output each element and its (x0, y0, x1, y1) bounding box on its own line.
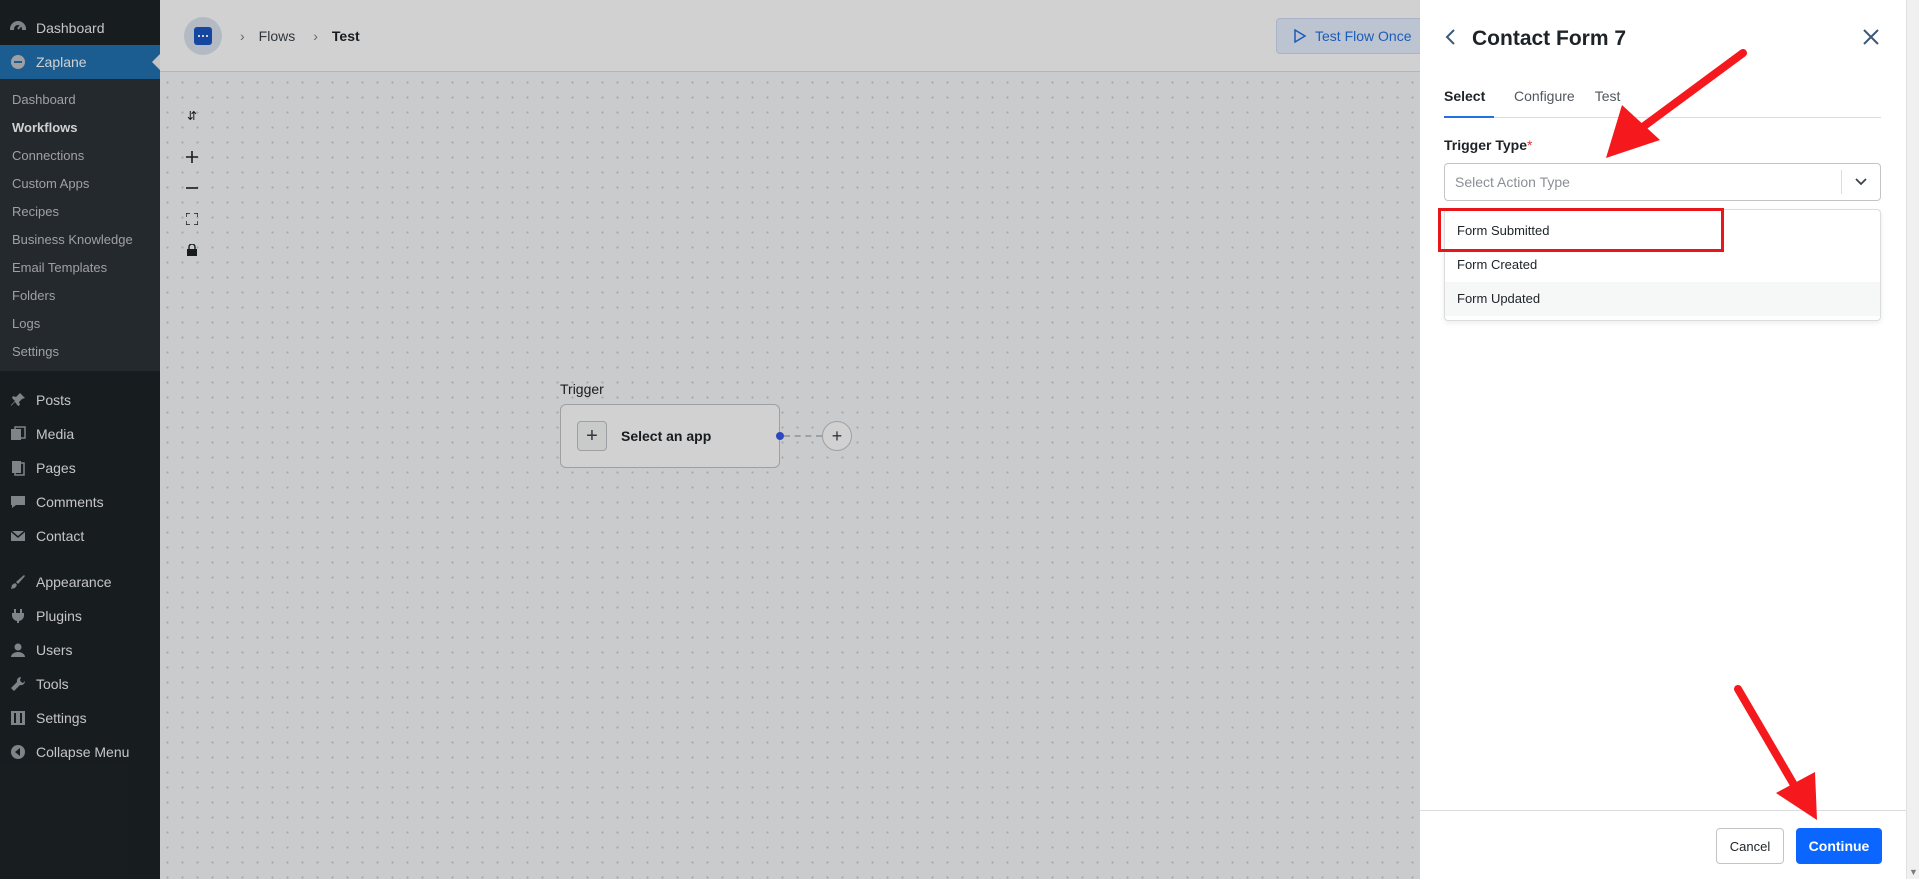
modal-backdrop[interactable] (0, 0, 1420, 879)
tab-select[interactable]: Select (1444, 86, 1494, 118)
close-icon[interactable] (1862, 28, 1884, 50)
required-marker: * (1526, 137, 1533, 153)
field-label-text: Trigger Type (1444, 137, 1527, 153)
option-form-updated[interactable]: Form Updated (1445, 282, 1880, 316)
scroll-down-icon[interactable]: ▼ (1909, 867, 1918, 877)
annotation-highlight-box (1438, 208, 1724, 252)
panel-tabs: Select Configure Test (1444, 86, 1881, 118)
tab-test[interactable]: Test (1595, 86, 1621, 118)
cancel-button[interactable]: Cancel (1716, 828, 1784, 864)
tab-configure[interactable]: Configure (1514, 86, 1575, 118)
panel-title: Contact Form 7 (1472, 27, 1627, 50)
option-form-created[interactable]: Form Created (1445, 248, 1880, 282)
trigger-type-label: Trigger Type* (1444, 137, 1532, 153)
side-panel: Contact Form 7 Select Configure Test Tri… (1420, 0, 1906, 879)
panel-footer: Cancel Continue (1420, 810, 1906, 879)
page-scrollbar[interactable]: ▼ (1906, 0, 1919, 879)
back-icon[interactable] (1444, 28, 1456, 51)
continue-button[interactable]: Continue (1796, 828, 1882, 864)
select-placeholder: Select Action Type (1455, 174, 1570, 190)
chevron-down-icon[interactable] (1842, 178, 1880, 186)
panel-header: Contact Form 7 (1444, 24, 1884, 54)
trigger-type-select[interactable]: Select Action Type (1444, 163, 1881, 201)
